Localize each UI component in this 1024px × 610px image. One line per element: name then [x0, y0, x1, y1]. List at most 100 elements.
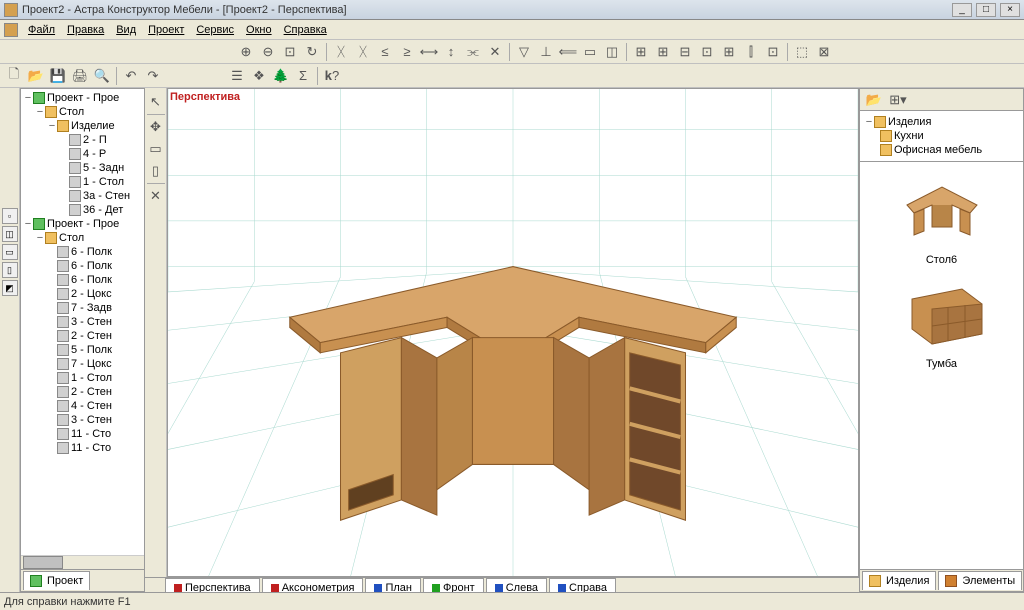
del-icon[interactable]: ✕ [146, 186, 166, 206]
cursor-icon[interactable]: ↖ [146, 92, 166, 112]
tree-node[interactable]: 3 - Стен [23, 315, 142, 329]
tree-node[interactable]: 3а - Стен [23, 189, 142, 203]
redo-icon[interactable]: ↷ [143, 66, 163, 86]
scrollbar[interactable] [21, 555, 144, 569]
undo-icon[interactable]: ↶ [121, 66, 141, 86]
menu-help[interactable]: Справка [278, 22, 333, 38]
chain-icon[interactable]: ⫘ [463, 42, 483, 62]
tree-node[interactable]: −Стол [23, 231, 142, 245]
door-icon[interactable]: ▭ [580, 42, 600, 62]
menu-file[interactable]: Файл [22, 22, 61, 38]
tree-node[interactable]: 4 - Р [23, 147, 142, 161]
zoom-in-icon[interactable]: ⊕ [236, 42, 256, 62]
grid3-icon[interactable]: ⊟ [675, 42, 695, 62]
tab-axonometry[interactable]: Аксонометрия [262, 578, 364, 592]
tree-node[interactable]: 6 - Полк [23, 273, 142, 287]
lib-open-icon[interactable]: 📂 [864, 90, 884, 110]
tab-front[interactable]: Фронт [423, 578, 484, 592]
tree-node[interactable]: 5 - Задн [23, 161, 142, 175]
deselect-icon[interactable]: ⊠ [814, 42, 834, 62]
menu-edit[interactable]: Правка [61, 22, 110, 38]
grid6-icon[interactable]: ⫿ [741, 42, 761, 62]
refresh-icon[interactable]: ↻ [302, 42, 322, 62]
break-icon[interactable]: ✕ [485, 42, 505, 62]
tree-node[interactable]: 6 - Полк [23, 259, 142, 273]
tab-elements[interactable]: Элементы [938, 571, 1022, 590]
tool-3[interactable]: ▭ [2, 244, 18, 260]
layer-icon[interactable]: ❖ [249, 66, 269, 86]
viewport-3d[interactable]: Перспектива [167, 88, 859, 577]
hdim-icon[interactable]: ⟷ [419, 42, 439, 62]
tree-node[interactable]: 4 - Стен [23, 399, 142, 413]
tree-node[interactable]: 3 - Стен [23, 413, 142, 427]
open-icon[interactable]: 📂 [26, 66, 46, 86]
tab-project[interactable]: Проект [23, 571, 90, 590]
tree-node[interactable]: 1 - Стол [23, 371, 142, 385]
lib-item[interactable]: Кухни [864, 129, 1019, 143]
tree-node[interactable]: −Проект - Прое [23, 91, 142, 105]
tree-node[interactable]: 11 - Сто [23, 427, 142, 441]
print-icon[interactable]: 🖨 [70, 66, 90, 86]
tree-node[interactable]: 2 - Стен [23, 329, 142, 343]
pan-icon[interactable]: ✥ [146, 117, 166, 137]
tree-node[interactable]: 36 - Дет [23, 203, 142, 217]
save-icon[interactable]: 💾 [48, 66, 68, 86]
grid7-icon[interactable]: ⊡ [763, 42, 783, 62]
tree-node[interactable]: 2 - П [23, 133, 142, 147]
grid5-icon[interactable]: ⊞ [719, 42, 739, 62]
select-icon[interactable]: ⬚ [792, 42, 812, 62]
tool-5[interactable]: ◩ [2, 280, 18, 296]
tree-node[interactable]: 2 - Цокс [23, 287, 142, 301]
gallery-item[interactable]: Тумба [872, 274, 1012, 370]
grid2-icon[interactable]: ⊞ [653, 42, 673, 62]
help-icon[interactable]: 𝐤? [322, 66, 342, 86]
grid4-icon[interactable]: ⊡ [697, 42, 717, 62]
panel-icon[interactable]: ▽ [514, 42, 534, 62]
measure-icon[interactable]: ≤ [375, 42, 395, 62]
new-icon[interactable]: 🗋 [4, 66, 24, 86]
zoom-fit-icon[interactable]: ⊡ [280, 42, 300, 62]
menu-service[interactable]: Сервис [190, 22, 240, 38]
tree-node[interactable]: 6 - Полк [23, 245, 142, 259]
dim2-icon[interactable]: ᚷ [353, 42, 373, 62]
zoom-out-icon[interactable]: ⊖ [258, 42, 278, 62]
lib-item[interactable]: Офисная мебель [864, 143, 1019, 157]
close-button[interactable]: × [1000, 3, 1020, 17]
minimize-button[interactable]: _ [952, 3, 972, 17]
tree-node[interactable]: 7 - Цокс [23, 357, 142, 371]
grid1-icon[interactable]: ⊞ [631, 42, 651, 62]
lib-root[interactable]: −Изделия [864, 115, 1019, 129]
dim-icon[interactable]: ᚷ [331, 42, 351, 62]
maximize-button[interactable]: □ [976, 3, 996, 17]
tab-right[interactable]: Справа [549, 578, 616, 592]
tab-perspective[interactable]: Перспектива [165, 578, 260, 592]
tree-node[interactable]: −Проект - Прое [23, 217, 142, 231]
rect2-icon[interactable]: ▯ [146, 161, 166, 181]
preview-icon[interactable]: 🔍 [92, 66, 112, 86]
menu-project[interactable]: Проект [142, 22, 190, 38]
tree-node[interactable]: 5 - Полк [23, 343, 142, 357]
menu-window[interactable]: Окно [240, 22, 278, 38]
tree-node[interactable]: 7 - Задв [23, 301, 142, 315]
glass-icon[interactable]: ◫ [602, 42, 622, 62]
lib-view-icon[interactable]: ⊞▾ [888, 90, 908, 110]
measure2-icon[interactable]: ≥ [397, 42, 417, 62]
rect-icon[interactable]: ▭ [146, 139, 166, 159]
vdim-icon[interactable]: ↕ [441, 42, 461, 62]
align-icon[interactable]: ⊥ [536, 42, 556, 62]
tree-icon[interactable]: 🌲 [271, 66, 291, 86]
tree-node[interactable]: −Изделие [23, 119, 142, 133]
tree-node[interactable]: 11 - Сто [23, 441, 142, 455]
tool-4[interactable]: ▯ [2, 262, 18, 278]
tab-plan[interactable]: План [365, 578, 421, 592]
tab-products[interactable]: Изделия [862, 571, 936, 590]
tree-node[interactable]: 1 - Стол [23, 175, 142, 189]
flip-icon[interactable]: ⟸ [558, 42, 578, 62]
sum-icon[interactable]: Σ [293, 66, 313, 86]
tab-left[interactable]: Слева [486, 578, 547, 592]
gallery-item[interactable]: Стол6 [872, 170, 1012, 266]
tree-node[interactable]: 2 - Стен [23, 385, 142, 399]
tool-1[interactable]: ▫ [2, 208, 18, 224]
menu-view[interactable]: Вид [110, 22, 142, 38]
tree-node[interactable]: −Стол [23, 105, 142, 119]
